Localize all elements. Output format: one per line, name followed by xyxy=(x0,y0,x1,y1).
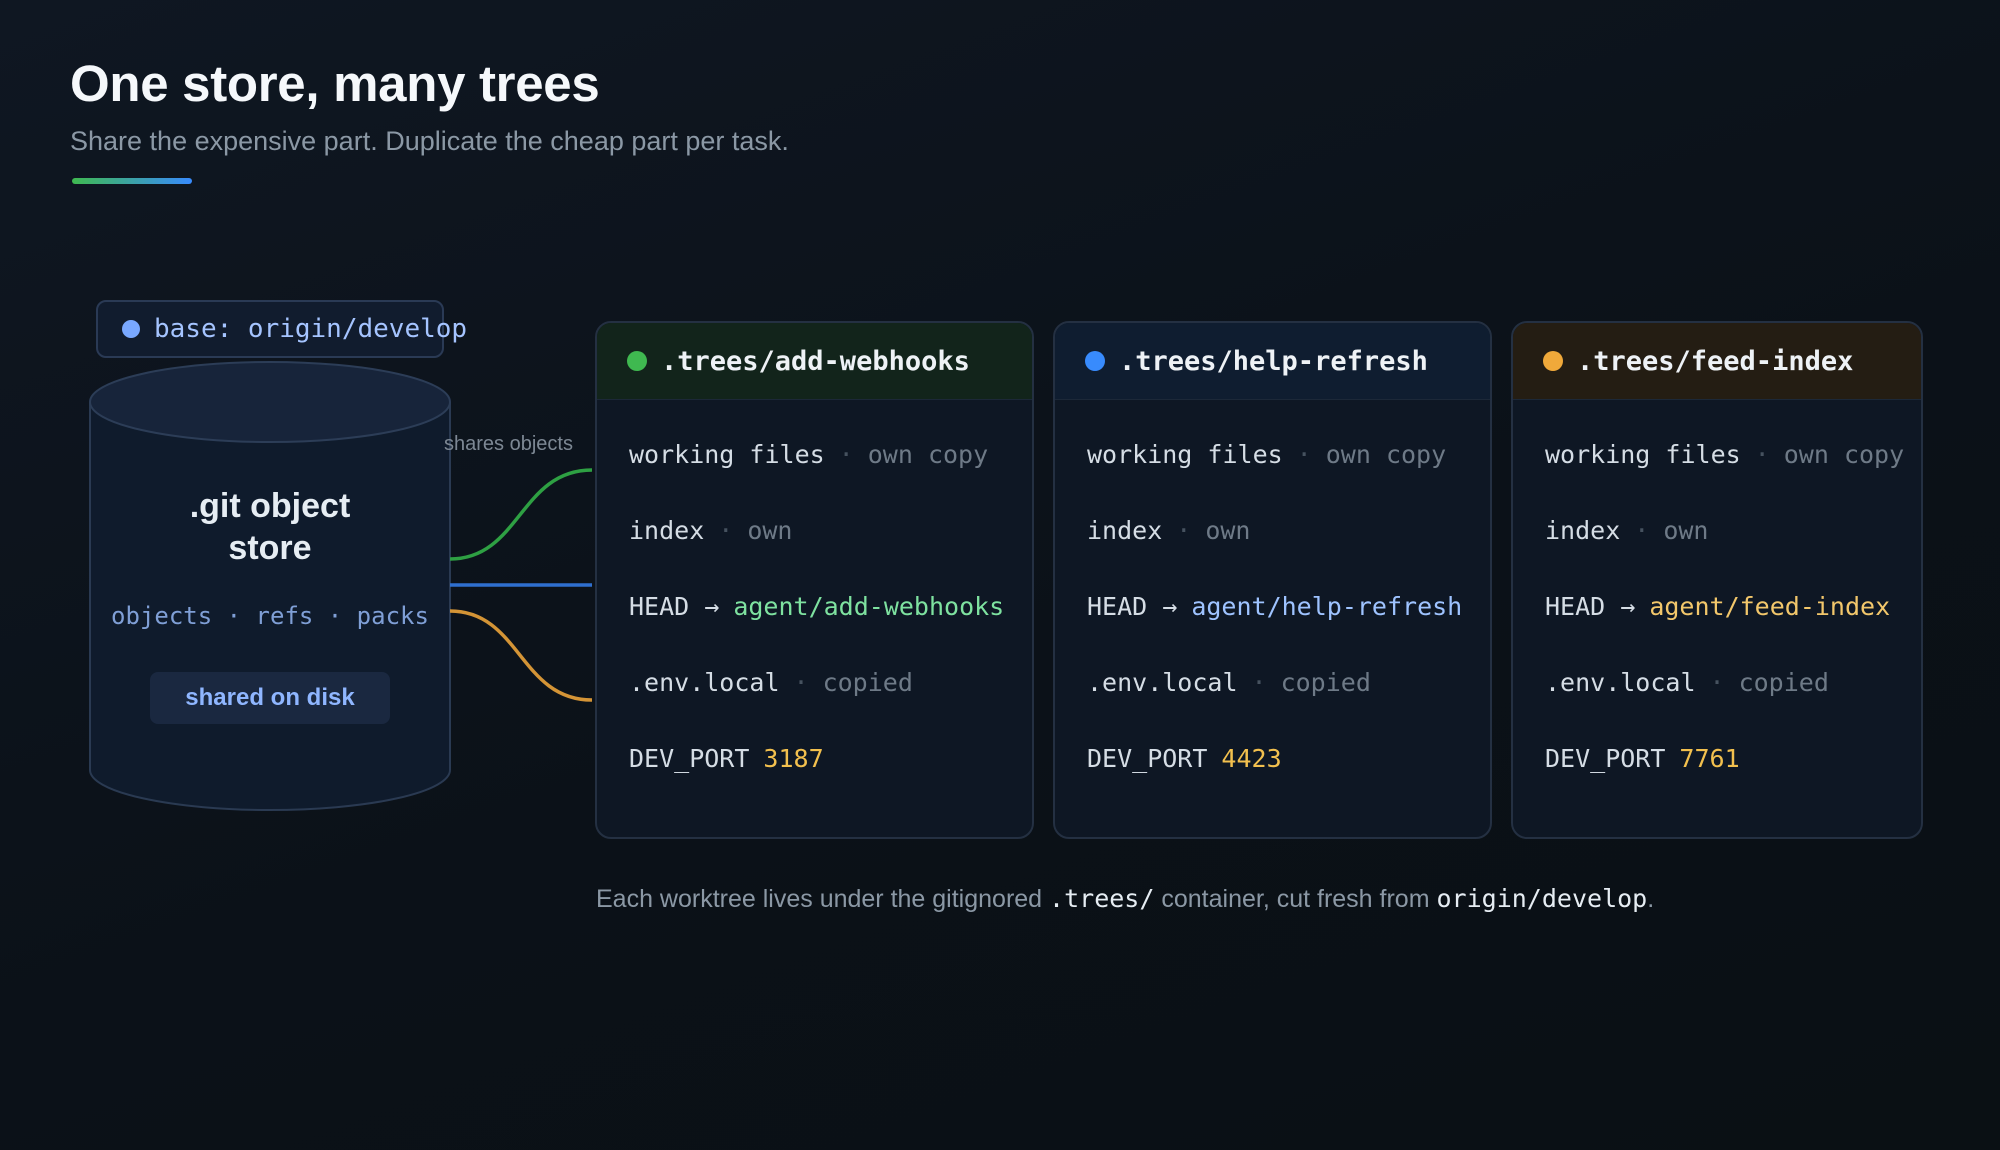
row-label: index xyxy=(1087,515,1163,545)
row-dev-port: DEV_PORT 7761 xyxy=(1545,720,1921,796)
row-head: HEAD → agent/add-webhooks xyxy=(629,568,1032,644)
worktree-name: .trees/feed-index xyxy=(1577,345,1854,377)
worktree-rows: working files · own copy index · own HEAD → age… xyxy=(1513,400,1921,796)
link-feed-index xyxy=(449,609,593,702)
worktree-rows: working files · own copy index · own HEAD → age… xyxy=(1055,400,1490,796)
row-note: own xyxy=(1205,515,1251,545)
row-label: DEV_PORT xyxy=(1545,743,1666,773)
row-separator: · xyxy=(1251,667,1267,697)
worktree-rows: working files · own copy index · own HEAD → age… xyxy=(597,400,1032,796)
row-index: index · own xyxy=(1545,492,1921,568)
row-label: index xyxy=(629,515,705,545)
row-dev-port: DEV_PORT 3187 xyxy=(629,720,1032,796)
row-separator: · xyxy=(1296,439,1312,469)
row-note: own xyxy=(747,515,793,545)
row-label: index xyxy=(1545,515,1621,545)
row-label: .env.local xyxy=(1087,667,1238,697)
status-dot-icon xyxy=(1543,351,1563,371)
row-separator: · xyxy=(1754,439,1770,469)
row-separator: · xyxy=(1709,667,1725,697)
dev-port-value: 7761 xyxy=(1679,743,1740,773)
row-head: HEAD → agent/feed-index xyxy=(1545,568,1921,644)
footer-code-origin: origin/develop xyxy=(1436,884,1648,913)
row-separator: · xyxy=(1634,515,1650,545)
row-label: HEAD → xyxy=(1545,591,1636,621)
worktree-card-help-refresh: .trees/help-refresh working files · own cop… xyxy=(1053,321,1492,839)
footer-text-2: container, cut fresh from xyxy=(1161,885,1430,913)
row-working-files: working files · own copy xyxy=(629,416,1032,492)
row-note: own copy xyxy=(1325,439,1447,469)
row-head: HEAD → agent/help-refresh xyxy=(1087,568,1490,644)
row-label: .env.local xyxy=(629,667,780,697)
card-header: .trees/help-refresh xyxy=(1055,323,1490,400)
status-dot-icon xyxy=(627,351,647,371)
footer-text-3: . xyxy=(1647,885,1655,913)
row-label: HEAD → xyxy=(629,591,720,621)
shares-objects-label: shares objects xyxy=(444,433,573,455)
row-note: own copy xyxy=(867,439,989,469)
row-note: copied xyxy=(1280,667,1371,697)
head-branch: agent/help-refresh xyxy=(1191,591,1463,621)
row-env-local: .env.local · copied xyxy=(1545,644,1921,720)
row-working-files: working files · own copy xyxy=(1545,416,1921,492)
row-label: working files xyxy=(1087,439,1283,469)
row-separator: · xyxy=(718,515,734,545)
card-header: .trees/feed-index xyxy=(1513,323,1921,400)
card-header: .trees/add-webhooks xyxy=(597,323,1032,400)
row-env-local: .env.local · copied xyxy=(1087,644,1490,720)
link-add-webhooks xyxy=(449,468,593,561)
worktree-name: .trees/help-refresh xyxy=(1119,345,1428,377)
row-label: .env.local xyxy=(1545,667,1696,697)
row-note: copied xyxy=(1738,667,1829,697)
row-note: own xyxy=(1663,515,1709,545)
row-separator: · xyxy=(838,439,854,469)
footer-note: Each worktree lives under the gitignored… xyxy=(596,884,1654,914)
row-note: own copy xyxy=(1783,439,1905,469)
head-branch: agent/feed-index xyxy=(1649,591,1891,621)
footer-text-1: Each worktree lives under the gitignored xyxy=(596,885,1043,913)
row-dev-port: DEV_PORT 4423 xyxy=(1087,720,1490,796)
row-index: index · own xyxy=(1087,492,1490,568)
row-separator: · xyxy=(793,667,809,697)
worktree-card-feed-index: .trees/feed-index working files · own copy i… xyxy=(1511,321,1923,839)
row-note: copied xyxy=(822,667,913,697)
worktree-card-add-webhooks: .trees/add-webhooks working files · own cop… xyxy=(595,321,1034,839)
head-branch: agent/add-webhooks xyxy=(733,591,1005,621)
status-dot-icon xyxy=(1085,351,1105,371)
row-label: working files xyxy=(1545,439,1741,469)
row-working-files: working files · own copy xyxy=(1087,416,1490,492)
row-label: DEV_PORT xyxy=(1087,743,1208,773)
dev-port-value: 4423 xyxy=(1221,743,1282,773)
worktree-name: .trees/add-webhooks xyxy=(661,345,970,377)
footer-code-trees: .trees/ xyxy=(1049,884,1155,913)
dev-port-value: 3187 xyxy=(763,743,824,773)
row-index: index · own xyxy=(629,492,1032,568)
row-env-local: .env.local · copied xyxy=(629,644,1032,720)
row-label: DEV_PORT xyxy=(629,743,750,773)
row-label: working files xyxy=(629,439,825,469)
row-separator: · xyxy=(1176,515,1192,545)
row-label: HEAD → xyxy=(1087,591,1178,621)
